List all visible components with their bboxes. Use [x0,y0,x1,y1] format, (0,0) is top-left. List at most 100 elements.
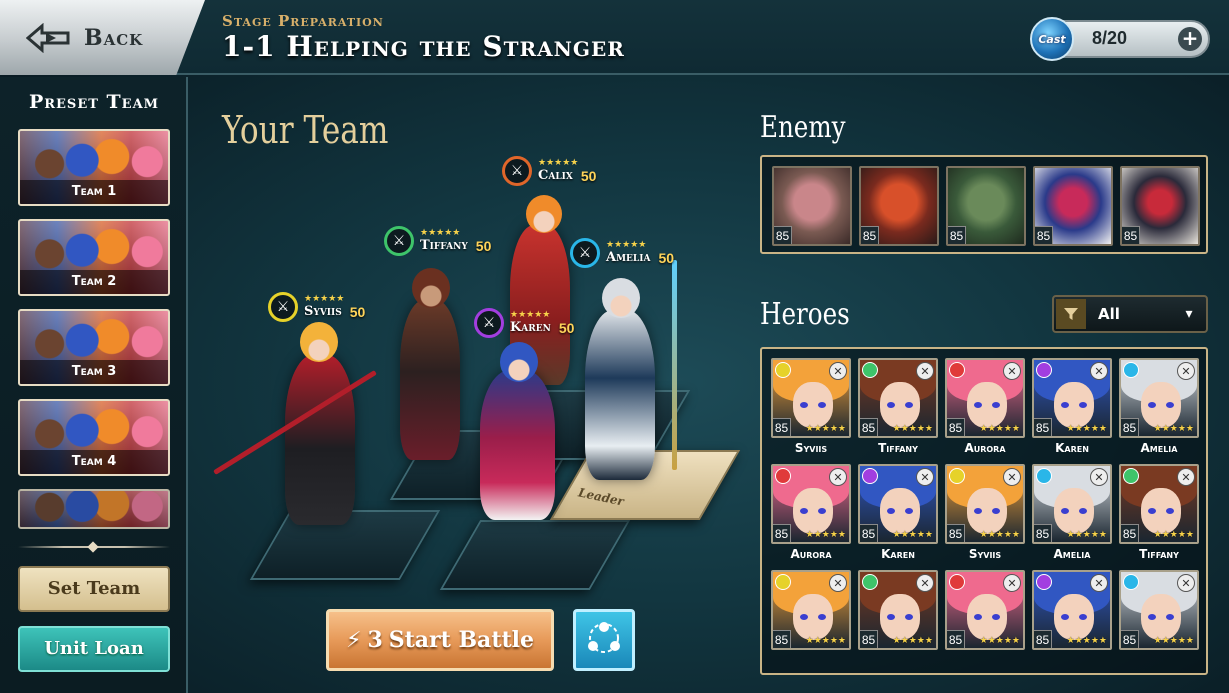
hero-portrait: ✕ 85 ★★★★★ [945,570,1025,650]
hero-eye [905,402,913,408]
hero-name: Amelia [606,250,651,265]
star-rating: ★★★★★ [1153,636,1194,646]
remove-icon[interactable]: ✕ [829,468,847,486]
enemy-level: 85 [948,226,966,244]
hero-level: 85 [1034,524,1052,542]
enemy-level: 85 [1122,226,1140,244]
hero-card[interactable]: ✕ 85 ★★★★★ Aurora [771,464,851,564]
element-icon [1123,574,1139,590]
hero-portrait: ✕ 85 ★★★★★ [1032,464,1112,544]
star-rating: ★★★★★ [1066,530,1107,540]
hero-portrait: ✕ 85 ★★★★★ [1032,570,1112,650]
remove-icon[interactable]: ✕ [916,468,934,486]
formation-icon [584,618,624,662]
remove-icon[interactable]: ✕ [1003,468,1021,486]
unit-loan-button[interactable]: Unit Loan [18,626,170,672]
hero-card[interactable]: ✕ 85 ★★★★★ Tiffany [1119,464,1199,564]
hero-eye [1148,402,1156,408]
hero-card[interactable]: ✕ 85 ★★★★★ [771,570,851,670]
star-rating: ★★★★★ [1066,636,1107,646]
hero-name: Aurora [790,547,832,561]
hero-card[interactable]: ✕ 85 ★★★★★ [1032,570,1112,670]
team-card-3[interactable]: Team 3 [18,309,170,386]
star-rating: ★★★★★ [979,424,1020,434]
formation-slot[interactable] [439,520,631,590]
hero-eye [818,402,826,408]
hero-eye [905,508,913,514]
start-battle-button[interactable]: ⚡ 3 Start Battle [326,609,554,671]
remove-icon[interactable]: ✕ [1177,362,1195,380]
remove-icon[interactable]: ✕ [1090,362,1108,380]
hero-card[interactable]: ✕ 85 ★★★★★ [1119,570,1199,670]
hero-filter-dropdown[interactable]: All ▾ [1052,295,1208,333]
enemy-card[interactable]: 85 [1033,166,1113,246]
hero-figure-amelia[interactable] [585,310,655,480]
heroes-list: ✕ 85 ★★★★★ Syviis ✕ 85 ★★★★★ Tiffany ✕ 85 ★★★★★ Aur… [760,347,1208,675]
hero-figure-syviis[interactable] [285,355,355,525]
hero-name: Amelia [1053,547,1091,561]
hero-card[interactable]: ✕ 85 ★★★★★ [945,570,1025,670]
element-icon [1123,362,1139,378]
enemy-card[interactable]: 85 [772,166,852,246]
hero-figure-karen[interactable] [480,370,555,520]
hero-card[interactable]: ✕ 85 ★★★★★ [858,570,938,670]
remove-icon[interactable]: ✕ [916,574,934,592]
remove-icon[interactable]: ✕ [1003,574,1021,592]
star-rating: ★★★★★ [892,636,933,646]
hero-head [412,268,450,308]
hero-card[interactable]: ✕ 85 ★★★★★ Aurora [945,358,1025,458]
enemy-card[interactable]: 85 [946,166,1026,246]
team-card-5[interactable] [18,489,170,529]
hero-card[interactable]: ✕ 85 ★★★★★ Syviis [945,464,1025,564]
hero-level: 85 [1121,418,1139,436]
remove-icon[interactable]: ✕ [829,362,847,380]
back-button[interactable]: Back [0,0,205,75]
remove-icon[interactable]: ✕ [1090,468,1108,486]
hero-eye [1061,614,1069,620]
hero-eye [905,614,913,620]
remove-icon[interactable]: ✕ [829,574,847,592]
star-rating: ★★★★★ [1066,424,1107,434]
hero-name: Tiffany [1139,547,1179,561]
hero-figure-tiffany[interactable] [400,300,460,460]
enemy-level: 85 [774,226,792,244]
hero-level: 85 [773,630,791,648]
remove-icon[interactable]: ✕ [1003,362,1021,380]
element-icon [949,574,965,590]
hero-eye [818,508,826,514]
hero-card[interactable]: ✕ 85 ★★★★★ Syviis [771,358,851,458]
hero-card[interactable]: ✕ 85 ★★★★★ Karen [1032,358,1112,458]
hero-eye [887,508,895,514]
enemy-card[interactable]: 85 [1120,166,1200,246]
remove-icon[interactable]: ✕ [1177,468,1195,486]
hero-card[interactable]: ✕ 85 ★★★★★ Karen [858,464,938,564]
name-tag-syviis: ⚔ ★★★★★ Syviis 50 [268,292,365,322]
hero-name: Calix [538,168,573,183]
hero-head [602,278,640,318]
hero-eye [992,614,1000,620]
enemy-card[interactable]: 85 [859,166,939,246]
remove-icon[interactable]: ✕ [1177,574,1195,592]
remove-icon[interactable]: ✕ [1090,574,1108,592]
hero-card[interactable]: ✕ 85 ★★★★★ Amelia [1032,464,1112,564]
hero-face [1054,594,1094,640]
set-team-button[interactable]: Set Team [18,566,170,612]
sword-element-icon: ⚔ [474,308,504,338]
team-card-4[interactable]: Team 4 [18,399,170,476]
team-card-2[interactable]: Team 2 [18,219,170,296]
hero-name: Karen [1055,441,1089,455]
element-icon [862,468,878,484]
add-cast-button[interactable]: + [1178,27,1202,51]
hero-eye [1061,508,1069,514]
hero-eye [1148,614,1156,620]
hero-card[interactable]: ✕ 85 ★★★★★ Tiffany [858,358,938,458]
stage-label: Stage Preparation [222,12,384,30]
hero-level: 85 [947,630,965,648]
team-card-1[interactable]: Team 1 [18,129,170,206]
formation-button[interactable] [573,609,635,671]
enemy-level: 85 [861,226,879,244]
sword-element-icon: ⚔ [268,292,298,322]
hero-card[interactable]: ✕ 85 ★★★★★ Amelia [1119,358,1199,458]
hero-face [1054,382,1094,428]
remove-icon[interactable]: ✕ [916,362,934,380]
